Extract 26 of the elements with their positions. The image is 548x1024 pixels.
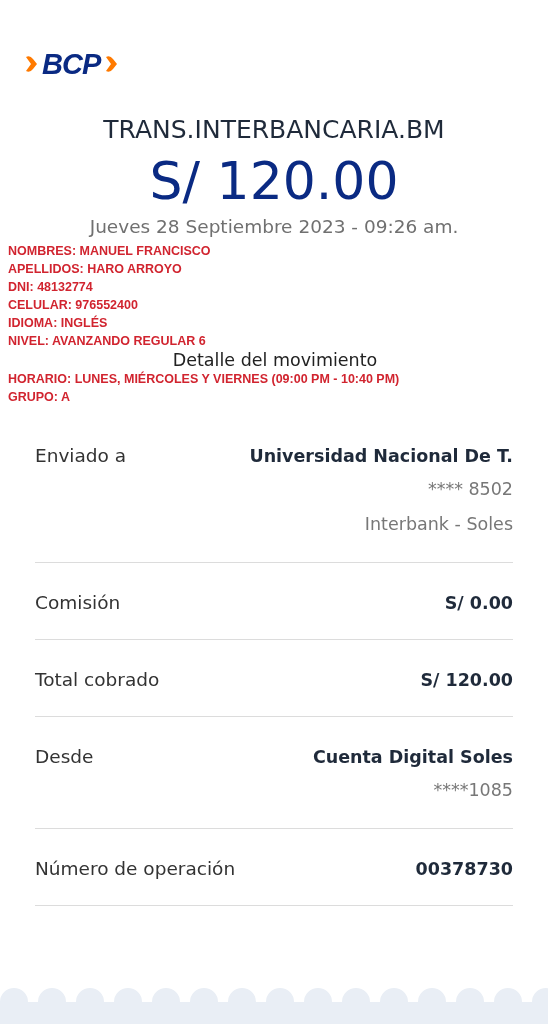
detail-subvalue: **** 8502	[427, 478, 513, 501]
logo: BCP	[24, 47, 119, 81]
overlay-text: NIVEL: AVANZANDO REGULAR 6	[7, 333, 207, 350]
amount: S/ 120.00	[148, 150, 400, 212]
detail-label: Desde	[35, 745, 94, 769]
overlay-text: APELLIDOS: HARO ARROYO	[7, 261, 183, 278]
detail-label: Enviado a	[35, 444, 127, 468]
detail-value: Cuenta Digital Soles	[312, 746, 513, 769]
detail-label: Total cobrado	[35, 668, 160, 692]
overlay-text: CELULAR: 976552400	[7, 297, 139, 314]
section-title: Detalle del movimiento	[171, 350, 379, 370]
detail-value: S/ 0.00	[444, 592, 513, 615]
detail-subvalue: ****1085	[433, 779, 513, 802]
detail-subvalue: Interbank - Soles	[364, 513, 513, 536]
detail-label: Comisión	[35, 591, 121, 615]
detail-value: S/ 120.00	[420, 669, 513, 692]
date-time: Jueves 28 Septiembre 2023 - 09:26 am.	[87, 215, 460, 239]
overlay-text: HORARIO: LUNES, MIÉRCOLES Y VIERNES (09:00 PM - 10:40 PM)	[7, 370, 401, 388]
overlay-text: GRUPO: A	[7, 389, 72, 406]
overlay-text: DNI: 48132774	[7, 279, 94, 296]
detail-value: 00378730	[415, 858, 513, 881]
detail-label: Número de operación	[35, 857, 236, 881]
detail-value: Universidad Nacional De T.	[249, 445, 513, 468]
overlay-text: NOMBRES: MANUEL FRANCISCO	[7, 243, 212, 260]
overlay-text: IDIOMA: INGLÉS	[7, 314, 109, 332]
transaction-title: TRANS.INTERBANCARIA.BM	[102, 114, 446, 146]
